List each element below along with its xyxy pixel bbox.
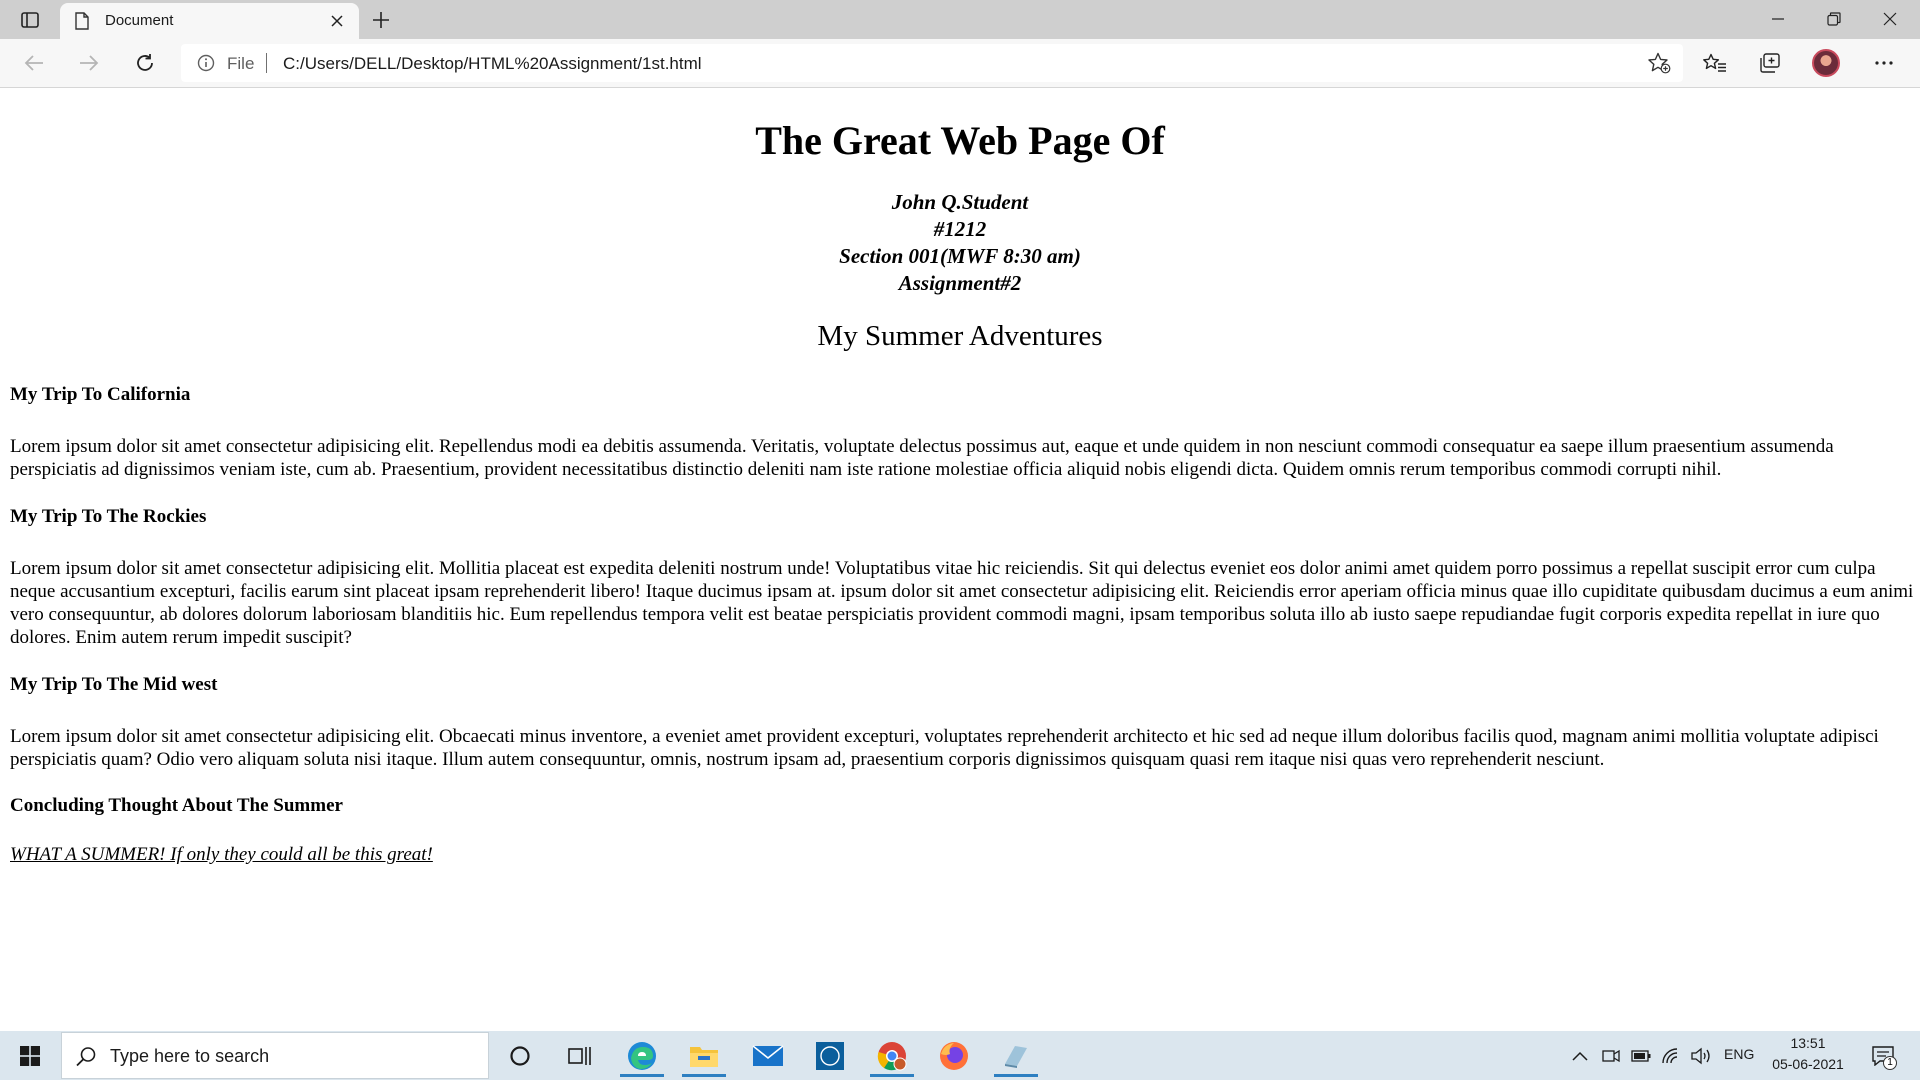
notification-count-badge: 1	[1883, 1056, 1897, 1070]
taskbar-app-file-explorer[interactable]	[676, 1035, 732, 1077]
app-icon	[1005, 1046, 1027, 1068]
mail-icon	[752, 1045, 784, 1066]
favorites-button[interactable]	[1697, 47, 1733, 79]
firefox-icon	[940, 1042, 968, 1070]
active-indicator	[870, 1074, 914, 1077]
active-indicator	[620, 1074, 664, 1077]
author-name: John Q.Student	[891, 190, 1029, 214]
active-indicator	[682, 1074, 726, 1077]
active-tab[interactable]: Document	[60, 3, 359, 39]
profile-avatar[interactable]	[1812, 49, 1840, 77]
page-content: The Great Web Page Of John Q.Student #12…	[0, 89, 1920, 1031]
more-button[interactable]	[1866, 47, 1902, 79]
student-number: #1212	[933, 217, 987, 241]
taskbar-app-mail[interactable]	[740, 1035, 796, 1077]
section-info: Section 001(MWF 8:30 am)	[839, 244, 1081, 268]
page-title: The Great Web Page Of	[755, 118, 1165, 163]
taskbar-search-box[interactable]: Type here to search	[61, 1032, 489, 1079]
restore-icon	[1827, 12, 1841, 26]
meet-now-icon	[1602, 1049, 1620, 1063]
author-block: John Q.Student #1212 Section 001(MWF 8:3…	[0, 189, 1920, 297]
address-scheme-label: File	[227, 54, 255, 73]
show-hidden-icons-button[interactable]	[1569, 1045, 1591, 1067]
address-separator	[266, 53, 267, 73]
section-heading-midwest: My Trip To The Mid west	[10, 674, 218, 695]
tab-close-button[interactable]	[327, 11, 347, 31]
folder-icon	[690, 1047, 718, 1067]
action-center-button[interactable]: 1	[1866, 1041, 1900, 1071]
chrome-icon	[877, 1042, 907, 1071]
task-view-icon	[568, 1047, 591, 1065]
section-paragraph-rockies: Lorem ipsum dolor sit amet consectetur a…	[10, 558, 1914, 648]
refresh-icon	[137, 54, 153, 71]
back-button[interactable]	[17, 47, 51, 79]
tab-strip: Document	[0, 0, 1920, 39]
clock-date[interactable]: 05-06-2021	[1768, 1056, 1848, 1072]
close-window-button[interactable]	[1862, 0, 1918, 38]
windows-logo-icon	[20, 1046, 40, 1066]
collections-icon	[1760, 53, 1780, 73]
taskbar-app-edge[interactable]	[614, 1035, 670, 1077]
assignment-number: Assignment#2	[898, 271, 1022, 295]
plus-icon	[373, 12, 389, 28]
taskbar-app-dell[interactable]	[802, 1035, 858, 1077]
new-tab-button[interactable]	[366, 6, 396, 34]
taskbar-app-chrome[interactable]	[864, 1035, 920, 1077]
edge-icon	[628, 1042, 656, 1070]
tab-title: Document	[105, 12, 174, 29]
volume-control[interactable]	[1690, 1045, 1712, 1067]
chevron-up-icon	[1572, 1051, 1588, 1061]
address-bar[interactable]: File C:/Users/DELL/Desktop/HTML%20Assign…	[181, 44, 1683, 82]
tab-actions-button[interactable]	[14, 6, 46, 34]
volume-icon	[1691, 1047, 1710, 1065]
input-language[interactable]: ENG	[1724, 1046, 1754, 1062]
taskbar-app-other[interactable]	[988, 1035, 1044, 1077]
task-view-button[interactable]	[552, 1035, 608, 1077]
search-icon	[76, 1047, 96, 1067]
add-favorite-star-icon[interactable]	[1647, 52, 1671, 74]
dell-icon	[816, 1042, 844, 1070]
section-heading-rockies: My Trip To The Rockies	[10, 506, 207, 527]
section-heading-california: My Trip To California	[10, 384, 191, 405]
address-url[interactable]: C:/Users/DELL/Desktop/HTML%20Assignment/…	[283, 54, 702, 74]
taskbar: Type here to search ENG 13:51 05-06-2021…	[0, 1031, 1920, 1080]
document-icon	[75, 12, 89, 30]
closing-statement: WHAT A SUMMER! If only they could all be…	[10, 844, 433, 865]
minimize-icon	[1772, 18, 1784, 20]
cortana-icon	[510, 1046, 530, 1066]
battery-status[interactable]	[1630, 1045, 1652, 1067]
page-subtitle: My Summer Adventures	[817, 320, 1103, 352]
close-icon	[331, 15, 343, 27]
active-indicator	[994, 1074, 1038, 1077]
refresh-button[interactable]	[128, 47, 162, 79]
section-paragraph-california: Lorem ipsum dolor sit amet consectetur a…	[10, 436, 1834, 480]
cortana-button[interactable]	[492, 1035, 548, 1077]
clock-time[interactable]: 13:51	[1768, 1035, 1848, 1051]
forward-arrow-icon	[80, 55, 99, 71]
navigation-bar: File C:/Users/DELL/Desktop/HTML%20Assign…	[0, 39, 1920, 88]
network-status[interactable]	[1660, 1045, 1682, 1067]
collections-button[interactable]	[1752, 47, 1788, 79]
minimize-button[interactable]	[1750, 0, 1806, 38]
back-arrow-icon	[24, 55, 43, 71]
start-button[interactable]	[10, 1041, 50, 1071]
section-paragraph-midwest: Lorem ipsum dolor sit amet consectetur a…	[10, 726, 1879, 770]
forward-button[interactable]	[72, 47, 106, 79]
close-icon	[1883, 12, 1897, 26]
favorites-icon	[1703, 53, 1726, 72]
restore-button[interactable]	[1806, 0, 1862, 38]
section-heading-conclusion: Concluding Thought About The Summer	[10, 795, 343, 816]
battery-icon	[1631, 1050, 1651, 1062]
tab-actions-icon	[21, 12, 39, 28]
taskbar-app-firefox[interactable]	[926, 1035, 982, 1077]
search-placeholder: Type here to search	[110, 1046, 270, 1066]
wifi-icon	[1662, 1048, 1678, 1064]
info-icon[interactable]	[197, 54, 215, 72]
more-icon	[1875, 61, 1893, 65]
meet-now-button[interactable]	[1600, 1045, 1622, 1067]
